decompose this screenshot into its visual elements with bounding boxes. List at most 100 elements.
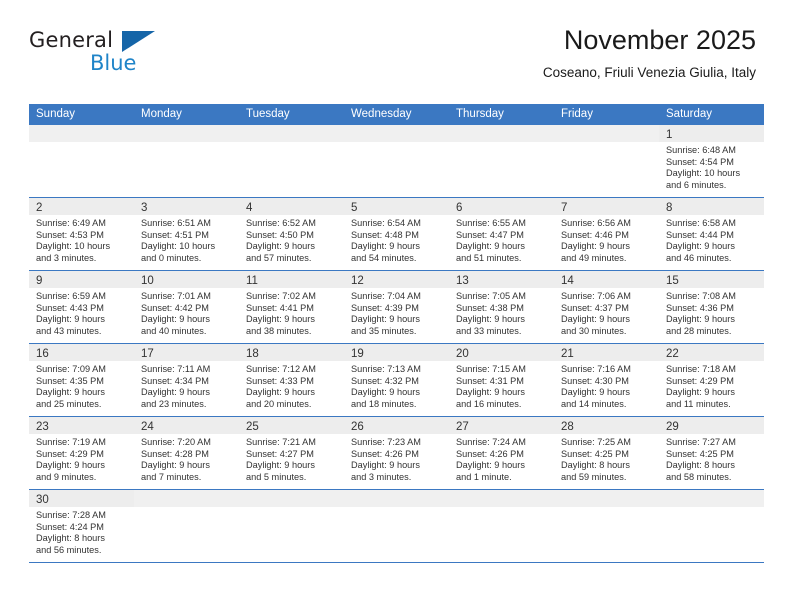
day-number: 6: [456, 202, 463, 214]
calendar-day-cell[interactable]: 4 Sunrise: 6:52 AM Sunset: 4:50 PM Daylight…: [239, 198, 344, 270]
calendar-day-cell[interactable]: 24 Sunrise: 7:20 AM Sunset: 4:28 PM Dayligh…: [134, 417, 239, 489]
sunset-text: Sunset: 4:35 PM: [36, 375, 104, 386]
calendar-day-cell[interactable]: 23 Sunrise: 7:19 AM Sunset: 4:29 PM Dayligh…: [29, 417, 134, 489]
calendar-day-cell[interactable]: 16 Sunrise: 7:09 AM Sunset: 4:35 PM Dayligh…: [29, 344, 134, 416]
calendar-day-cell[interactable]: 12 Sunrise: 7:04 AM Sunset: 4:39 PM Dayligh…: [344, 271, 449, 343]
day-number: 4: [246, 202, 253, 214]
sunset-text: Sunset: 4:26 PM: [456, 448, 524, 459]
day-number: 28: [561, 421, 574, 433]
calendar-day-cell[interactable]: 28 Sunrise: 7:25 AM Sunset: 4:25 PM Dayligh…: [554, 417, 659, 489]
calendar-day-cell[interactable]: 3 Sunrise: 6:51 AM Sunset: 4:51 PM Daylight…: [134, 198, 239, 270]
calendar-day-cell[interactable]: 19 Sunrise: 7:13 AM Sunset: 4:32 PM Dayligh…: [344, 344, 449, 416]
weekday-header-monday: Monday: [141, 108, 182, 120]
day-number-band: 15: [659, 271, 764, 288]
day-sun-info: Sunrise: 7:27 AM Sunset: 4:25 PM Daylight:…: [659, 434, 764, 487]
general-blue-logo[interactable]: General Blue: [29, 28, 229, 84]
day-number-band: 16: [29, 344, 134, 361]
day-number-band: 12: [344, 271, 449, 288]
day-number: 24: [141, 421, 154, 433]
sunrise-text: Sunrise: 7:25 AM: [561, 437, 631, 447]
calendar-day-cell[interactable]: 5 Sunrise: 6:54 AM Sunset: 4:48 PM Daylight…: [344, 198, 449, 270]
day-number-band: 17: [134, 344, 239, 361]
daylight-text-line2: and 30 minutes.: [561, 325, 627, 336]
daylight-text-line1: Daylight: 9 hours: [141, 460, 210, 471]
day-number-band: 8: [659, 198, 764, 215]
daylight-text-line1: Daylight: 9 hours: [456, 241, 525, 252]
daylight-text-line1: Daylight: 9 hours: [36, 314, 105, 325]
calendar-day-cell[interactable]: 11 Sunrise: 7:02 AM Sunset: 4:41 PM Dayligh…: [239, 271, 344, 343]
day-sun-info: Sunrise: 6:52 AM Sunset: 4:50 PM Daylight:…: [239, 215, 344, 268]
calendar-day-cell[interactable]: 2 Sunrise: 6:49 AM Sunset: 4:53 PM Daylight…: [29, 198, 134, 270]
sunset-text: Sunset: 4:46 PM: [561, 229, 629, 240]
day-number-band: 13: [449, 271, 554, 288]
day-number-band: 29: [659, 417, 764, 434]
day-number: 7: [561, 202, 568, 214]
sunrise-text: Sunrise: 7:01 AM: [141, 291, 211, 301]
daylight-text-line2: and 11 minutes.: [666, 398, 731, 409]
sunset-text: Sunset: 4:43 PM: [36, 302, 104, 313]
calendar-day-cell[interactable]: 26 Sunrise: 7:23 AM Sunset: 4:26 PM Dayligh…: [344, 417, 449, 489]
day-number-band: [134, 490, 239, 507]
daylight-text-line1: Daylight: 9 hours: [141, 387, 210, 398]
day-number-band: [344, 490, 449, 507]
day-sun-info: Sunrise: 7:19 AM Sunset: 4:29 PM Daylight:…: [29, 434, 134, 487]
calendar-week-row: 16 Sunrise: 7:09 AM Sunset: 4:35 PM Dayligh…: [29, 344, 764, 417]
daylight-text-line2: and 33 minutes.: [456, 325, 522, 336]
weekday-header-friday: Friday: [561, 108, 593, 120]
daylight-text-line2: and 38 minutes.: [246, 325, 312, 336]
calendar-cell-empty: [134, 125, 239, 197]
day-number: 21: [561, 348, 574, 360]
day-number-band: [29, 125, 134, 142]
triangle-logo-icon: [122, 31, 155, 52]
daylight-text-line2: and 0 minutes.: [141, 252, 202, 263]
daylight-text-line1: Daylight: 9 hours: [561, 241, 630, 252]
calendar-day-cell[interactable]: 9 Sunrise: 6:59 AM Sunset: 4:43 PM Daylight…: [29, 271, 134, 343]
sunrise-text: Sunrise: 7:28 AM: [36, 510, 106, 520]
daylight-text-line1: Daylight: 9 hours: [666, 241, 735, 252]
calendar-day-cell[interactable]: 22 Sunrise: 7:18 AM Sunset: 4:29 PM Dayligh…: [659, 344, 764, 416]
calendar-day-cell[interactable]: 13 Sunrise: 7:05 AM Sunset: 4:38 PM Dayligh…: [449, 271, 554, 343]
weekday-header-row: Sunday Monday Tuesday Wednesday Thursday Frid…: [29, 104, 764, 125]
calendar-day-cell[interactable]: 15 Sunrise: 7:08 AM Sunset: 4:36 PM Dayligh…: [659, 271, 764, 343]
sunset-text: Sunset: 4:30 PM: [561, 375, 629, 386]
calendar-cell-empty: [239, 125, 344, 197]
day-number-band: 23: [29, 417, 134, 434]
sunset-text: Sunset: 4:27 PM: [246, 448, 314, 459]
day-sun-info: Sunrise: 6:54 AM Sunset: 4:48 PM Daylight:…: [344, 215, 449, 268]
sunset-text: Sunset: 4:47 PM: [456, 229, 524, 240]
title-block: November 2025 Coseano, Friuli Venezia Gi…: [543, 24, 756, 81]
daylight-text-line2: and 25 minutes.: [36, 398, 102, 409]
day-number-band: 21: [554, 344, 659, 361]
calendar-cell-empty: [659, 490, 764, 562]
calendar-day-cell[interactable]: 10 Sunrise: 7:01 AM Sunset: 4:42 PM Dayligh…: [134, 271, 239, 343]
calendar-day-cell[interactable]: 27 Sunrise: 7:24 AM Sunset: 4:26 PM Dayligh…: [449, 417, 554, 489]
calendar-day-cell[interactable]: 18 Sunrise: 7:12 AM Sunset: 4:33 PM Dayligh…: [239, 344, 344, 416]
day-sun-info: Sunrise: 7:23 AM Sunset: 4:26 PM Daylight:…: [344, 434, 449, 487]
day-sun-info: Sunrise: 7:12 AM Sunset: 4:33 PM Daylight:…: [239, 361, 344, 414]
day-sun-info: Sunrise: 7:16 AM Sunset: 4:30 PM Daylight:…: [554, 361, 659, 414]
calendar-day-cell[interactable]: 21 Sunrise: 7:16 AM Sunset: 4:30 PM Dayligh…: [554, 344, 659, 416]
day-number: 26: [351, 421, 364, 433]
weekday-header-thursday: Thursday: [456, 108, 504, 120]
day-number-band: [344, 125, 449, 142]
calendar-day-cell[interactable]: 8 Sunrise: 6:58 AM Sunset: 4:44 PM Daylight…: [659, 198, 764, 270]
calendar-day-cell[interactable]: 14 Sunrise: 7:06 AM Sunset: 4:37 PM Dayligh…: [554, 271, 659, 343]
daylight-text-line2: and 59 minutes.: [561, 471, 627, 482]
calendar-day-cell[interactable]: 25 Sunrise: 7:21 AM Sunset: 4:27 PM Dayligh…: [239, 417, 344, 489]
calendar-day-cell[interactable]: 20 Sunrise: 7:15 AM Sunset: 4:31 PM Dayligh…: [449, 344, 554, 416]
sunset-text: Sunset: 4:41 PM: [246, 302, 314, 313]
calendar-week-row: 2 Sunrise: 6:49 AM Sunset: 4:53 PM Daylight…: [29, 198, 764, 271]
day-sun-info: Sunrise: 7:02 AM Sunset: 4:41 PM Daylight:…: [239, 288, 344, 341]
calendar-day-cell[interactable]: 30 Sunrise: 7:28 AM Sunset: 4:24 PM Dayligh…: [29, 490, 134, 562]
calendar-day-cell[interactable]: 6 Sunrise: 6:55 AM Sunset: 4:47 PM Daylight…: [449, 198, 554, 270]
calendar-page: General Blue November 2025 Coseano, Friu…: [0, 0, 792, 612]
day-number-band: [554, 125, 659, 142]
calendar-day-cell[interactable]: 17 Sunrise: 7:11 AM Sunset: 4:34 PM Dayligh…: [134, 344, 239, 416]
calendar-day-cell[interactable]: 7 Sunrise: 6:56 AM Sunset: 4:46 PM Daylight…: [554, 198, 659, 270]
day-number: 15: [666, 275, 679, 287]
weekday-header-saturday: Saturday: [666, 108, 713, 120]
day-number: 19: [351, 348, 364, 360]
calendar-day-cell[interactable]: 29 Sunrise: 7:27 AM Sunset: 4:25 PM Dayligh…: [659, 417, 764, 489]
day-number-band: 5: [344, 198, 449, 215]
calendar-day-cell[interactable]: 1 Sunrise: 6:48 AM Sunset: 4:54 PM Daylight…: [659, 125, 764, 197]
